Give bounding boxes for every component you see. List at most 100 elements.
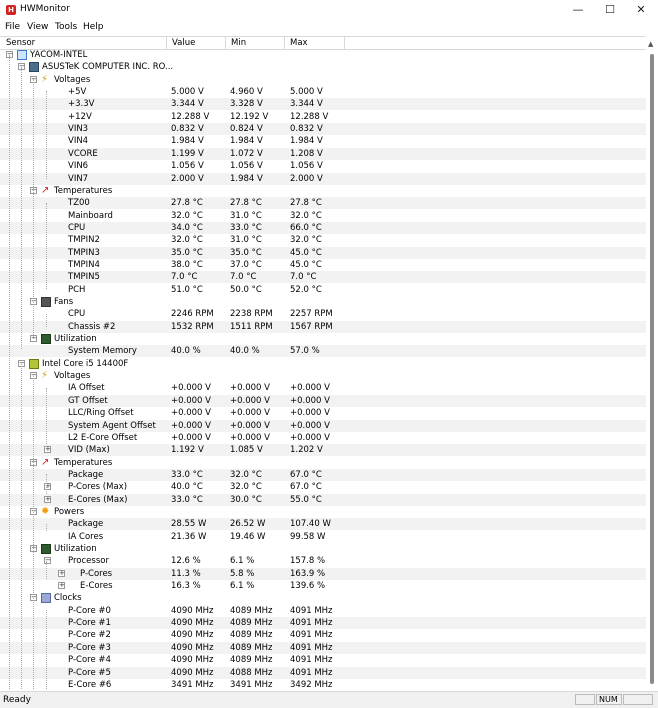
sensor-row[interactable]: Mainboard 32.0 °C 31.0 °C 32.0 °C	[0, 210, 646, 222]
sensor-group-row[interactable]: − Utilization	[0, 333, 646, 345]
sensor-group-row[interactable]: − ✹ Powers	[0, 506, 646, 518]
sensor-row[interactable]: IA Offset +0.000 V +0.000 V +0.000 V	[0, 382, 646, 394]
sensor-name: P-Core #0	[68, 605, 111, 616]
expand-toggle-icon[interactable]: +	[58, 582, 65, 590]
sensor-name: Package	[68, 469, 104, 480]
sensor-value: 1.984 V	[171, 136, 204, 147]
sensor-row[interactable]: VIN4 1.984 V 1.984 V 1.984 V	[0, 135, 646, 147]
window-title: HWMonitor	[20, 4, 70, 14]
sensor-min: 35.0 °C	[230, 247, 262, 258]
scrollbar-thumb[interactable]	[650, 54, 654, 684]
sensor-row[interactable]: TZ00 27.8 °C 27.8 °C 27.8 °C	[0, 197, 646, 210]
sensor-row[interactable]: − Processor 12.6 % 6.1 % 157.8 %	[0, 555, 646, 567]
sensor-row[interactable]: PCH 51.0 °C 50.0 °C 52.0 °C	[0, 284, 646, 296]
sensor-max: 12.288 V	[290, 111, 329, 122]
sensor-row[interactable]: VCORE 1.199 V 1.072 V 1.208 V	[0, 147, 646, 160]
sensor-row[interactable]: CPU 2246 RPM 2238 RPM 2257 RPM	[0, 308, 646, 320]
sensor-row[interactable]: System Agent Offset +0.000 V +0.000 V +0.00…	[0, 419, 646, 432]
sensor-row[interactable]: TMPIN4 38.0 °C 37.0 °C 45.0 °C	[0, 259, 646, 271]
sensor-group-row[interactable]: − ⚡ Voltages	[0, 74, 646, 86]
clock-icon	[41, 593, 51, 604]
sensor-name: P-Core #2	[68, 630, 111, 641]
sensor-value: 27.8 °C	[171, 198, 203, 209]
sensor-row[interactable]: TMPIN3 35.0 °C 35.0 °C 45.0 °C	[0, 246, 646, 259]
sensor-min: 33.0 °C	[230, 222, 262, 233]
tree-guide-line	[46, 474, 47, 494]
sensor-row[interactable]: +5V 5.000 V 4.960 V 5.000 V	[0, 86, 646, 98]
sensor-row[interactable]: E-Core #6 3491 MHz 3491 MHz 3492 MHz	[0, 679, 646, 690]
sensor-row[interactable]: P-Core #0 4090 MHz 4089 MHz 4091 MHz	[0, 605, 646, 617]
sensor-row[interactable]: VIN6 1.056 V 1.056 V 1.056 V	[0, 160, 646, 172]
sensor-row[interactable]: Package 28.55 W 26.52 W 107.40 W	[0, 518, 646, 531]
column-sensor[interactable]: Sensor	[2, 38, 35, 49]
sensor-row[interactable]: CPU 34.0 °C 33.0 °C 66.0 °C	[0, 221, 646, 234]
sensor-max: +0.000 V	[290, 408, 330, 419]
sensor-row[interactable]: P-Core #5 4090 MHz 4088 MHz 4091 MHz	[0, 666, 646, 679]
sensor-row[interactable]: TMPIN5 7.0 °C 7.0 °C 7.0 °C	[0, 271, 646, 284]
device-row[interactable]: − YACOM-INTEL	[0, 49, 646, 61]
sensor-min: 7.0 °C	[230, 272, 257, 283]
sensor-min: 1.085 V	[230, 445, 263, 456]
expand-toggle-icon[interactable]: +	[58, 569, 65, 577]
sensor-group-row[interactable]: − ↗ Temperatures	[0, 185, 646, 197]
sensor-name: L2 E-Core Offset	[68, 432, 138, 443]
sensor-row[interactable]: Chassis #2 1532 RPM 1511 RPM 1567 RPM	[0, 320, 646, 333]
sensor-name: VCORE	[68, 148, 98, 159]
device-row[interactable]: − ASUSTeK COMPUTER INC. RO...	[0, 61, 646, 73]
sensor-row[interactable]: + P-Cores (Max) 40.0 °C 32.0 °C 67.0 °C	[0, 481, 646, 493]
sensor-row[interactable]: + VID (Max) 1.192 V 1.085 V 1.202 V	[0, 444, 646, 457]
sensor-row[interactable]: + E-Cores (Max) 33.0 °C 30.0 °C 55.0 °C	[0, 493, 646, 506]
sensor-group-row[interactable]: − Fans	[0, 296, 646, 308]
menu-help[interactable]: Help	[83, 22, 104, 32]
sensor-name: ASUSTeK COMPUTER INC. RO...	[42, 62, 174, 73]
sensor-name: TMPIN4	[68, 259, 100, 270]
sensor-row[interactable]: +3.3V 3.344 V 3.328 V 3.344 V	[0, 98, 646, 111]
close-button[interactable]: ✕	[626, 0, 656, 20]
sensor-max: 107.40 W	[290, 519, 331, 530]
sensor-row[interactable]: + E-Cores 16.3 % 6.1 % 139.6 %	[0, 580, 646, 592]
sensor-min: 4089 MHz	[230, 618, 273, 629]
sensor-row[interactable]: TMPIN2 32.0 °C 31.0 °C 32.0 °C	[0, 234, 646, 246]
sensor-row[interactable]: L2 E-Core Offset +0.000 V +0.000 V +0.000 V	[0, 432, 646, 444]
column-min[interactable]: Min	[227, 38, 246, 49]
sensor-row[interactable]: + P-Cores 11.3 % 5.8 % 163.9 %	[0, 567, 646, 580]
column-max[interactable]: Max	[286, 38, 308, 49]
sensor-row[interactable]: P-Core #4 4090 MHz 4089 MHz 4091 MHz	[0, 654, 646, 666]
sensor-name: P-Core #1	[68, 618, 111, 629]
sensor-max: 67.0 °C	[290, 482, 322, 493]
scroll-up-arrow-icon[interactable]: ▲	[648, 40, 653, 48]
sensor-row[interactable]: GT Offset +0.000 V +0.000 V +0.000 V	[0, 394, 646, 407]
column-value[interactable]: Value	[168, 38, 195, 49]
sensor-row[interactable]: VIN7 2.000 V 1.984 V 2.000 V	[0, 172, 646, 185]
menu-tools[interactable]: Tools	[55, 22, 77, 32]
sensor-row[interactable]: +12V 12.288 V 12.192 V 12.288 V	[0, 111, 646, 123]
sensor-row[interactable]: Package 33.0 °C 32.0 °C 67.0 °C	[0, 468, 646, 481]
expand-toggle-icon[interactable]: +	[44, 495, 51, 503]
vertical-scrollbar[interactable]: ▲	[646, 36, 658, 690]
sensor-max: 1.984 V	[290, 136, 323, 147]
sensor-row[interactable]: P-Core #3 4090 MHz 4089 MHz 4091 MHz	[0, 641, 646, 654]
device-row[interactable]: − Intel Core i5 14400F	[0, 358, 646, 370]
sensor-max: 4091 MHz	[290, 667, 333, 678]
menu-file[interactable]: File	[5, 22, 20, 32]
expand-toggle-icon[interactable]: +	[44, 446, 51, 454]
maximize-button[interactable]: ☐	[595, 0, 625, 20]
sensor-row[interactable]: IA Cores 21.36 W 19.46 W 99.58 W	[0, 531, 646, 543]
sensor-value: 35.0 °C	[171, 247, 203, 258]
sensor-value: +0.000 V	[171, 395, 211, 406]
sensor-group-row[interactable]: − Clocks	[0, 592, 646, 604]
menu-bar: File View Tools Help	[0, 20, 658, 36]
sensor-name: CPU	[68, 309, 86, 320]
sensor-row[interactable]: System Memory 40.0 % 40.0 % 57.0 %	[0, 345, 646, 358]
sensor-group-row[interactable]: − Utilization	[0, 543, 646, 555]
sensor-tree[interactable]: − YACOM-INTEL − ASUSTeK COMPUTER INC. RO...…	[0, 49, 646, 690]
sensor-min: 6.1 %	[230, 581, 255, 592]
menu-view[interactable]: View	[27, 22, 48, 32]
sensor-row[interactable]: VIN3 0.832 V 0.824 V 0.832 V	[0, 123, 646, 136]
sensor-row[interactable]: P-Core #1 4090 MHz 4089 MHz 4091 MHz	[0, 617, 646, 630]
minimize-button[interactable]: —	[563, 0, 593, 20]
sensor-group-row[interactable]: − ↗ Temperatures	[0, 457, 646, 469]
sensor-group-row[interactable]: − ⚡ Voltages	[0, 370, 646, 382]
sensor-row[interactable]: LLC/Ring Offset +0.000 V +0.000 V +0.000 V	[0, 407, 646, 419]
sensor-row[interactable]: P-Core #2 4090 MHz 4089 MHz 4091 MHz	[0, 629, 646, 641]
